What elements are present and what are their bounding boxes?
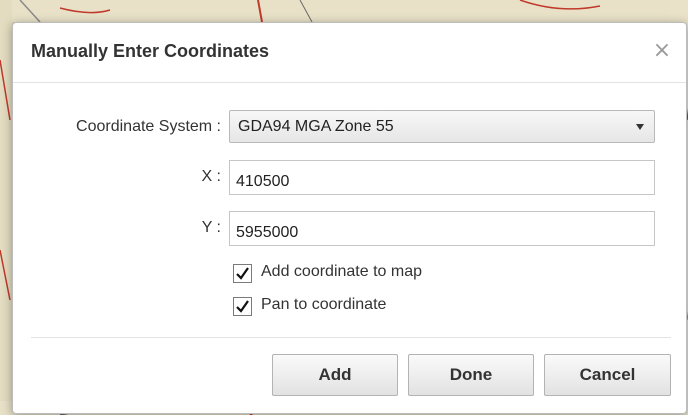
coordinate-system-value: GDA94 MGA Zone 55 [238, 118, 394, 135]
dialog-title: Manually Enter Coordinates [31, 41, 270, 61]
x-coordinate-input[interactable] [229, 160, 655, 195]
coordinate-system-label: Coordinate System : [76, 118, 221, 135]
pan-to-coordinate-row: Pan to coordinate [233, 296, 493, 318]
pan-to-coordinate-checkbox[interactable] [233, 297, 252, 316]
chevron-down-icon [636, 124, 644, 130]
x-label: X : [201, 168, 221, 185]
dialog-header: Manually Enter Coordinates × [13, 23, 686, 83]
cancel-button[interactable]: Cancel [544, 354, 671, 396]
footer-divider [31, 337, 671, 338]
y-label: Y : [201, 219, 221, 236]
coordinate-system-select[interactable]: GDA94 MGA Zone 55 [229, 110, 655, 143]
checkmark-icon [236, 300, 249, 313]
pan-to-coordinate-label: Pan to coordinate [261, 296, 387, 313]
add-to-map-checkbox[interactable] [233, 264, 252, 283]
add-button[interactable]: Add [272, 354, 398, 396]
done-button[interactable]: Done [408, 354, 534, 396]
coordinate-dialog: Manually Enter Coordinates × Coordinate … [12, 22, 687, 414]
checkmark-icon [236, 267, 249, 280]
add-to-map-label: Add coordinate to map [261, 263, 422, 280]
close-icon[interactable]: × [652, 39, 672, 63]
add-to-map-row: Add coordinate to map [233, 263, 493, 285]
y-coordinate-input[interactable] [229, 211, 655, 246]
